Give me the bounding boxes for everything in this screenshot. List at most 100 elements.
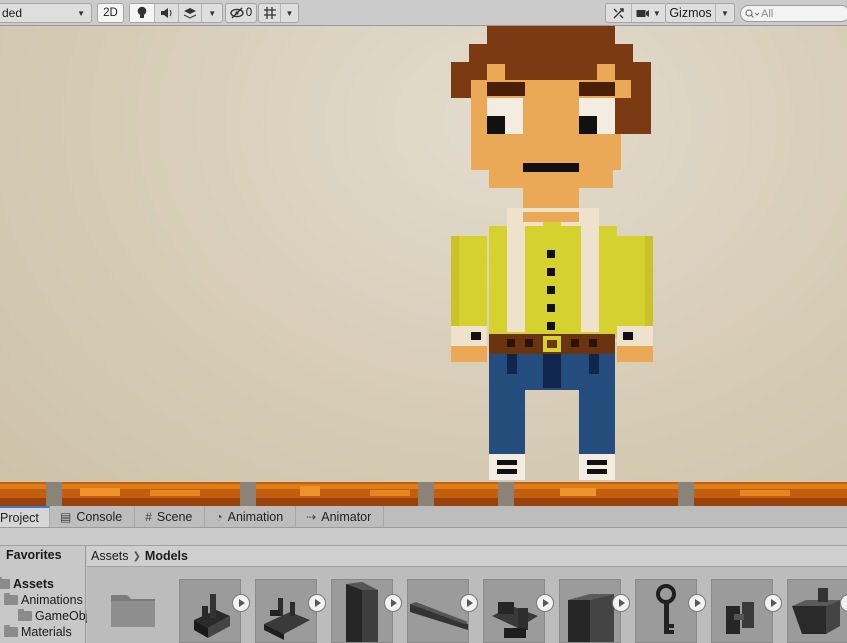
unity-editor: ded ▼ 2D ▼ 0 ▼ ▼ Gizmos ▼ All Project ▤ … xyxy=(0,0,847,643)
shading-mode-dropdown[interactable]: ded ▼ xyxy=(0,3,92,23)
console-icon: ▤ xyxy=(60,509,72,524)
play-icon[interactable] xyxy=(308,594,326,612)
project-assets-panel: Assets ❯ Models xyxy=(87,546,847,643)
tab-label: Console xyxy=(76,509,123,524)
gizmos-control: Gizmos ▼ xyxy=(665,3,735,23)
model-preview-icon xyxy=(410,602,468,630)
grid-snap-icon xyxy=(263,7,276,19)
tab-label: Animation xyxy=(227,509,284,524)
play-icon[interactable] xyxy=(764,594,782,612)
model-thumbnail[interactable] xyxy=(179,579,241,643)
breadcrumb-assets[interactable]: Assets xyxy=(91,549,129,563)
model-preview-icon xyxy=(264,598,310,640)
tab-label: Animator xyxy=(321,509,372,524)
model-thumbnail[interactable] xyxy=(255,579,317,643)
tab-label: Project xyxy=(0,510,39,525)
folder-icon xyxy=(18,609,32,621)
tree-item-animations[interactable]: Animations xyxy=(4,593,83,607)
tree-item-assets[interactable]: Assets xyxy=(0,577,54,591)
tree-item-gameobj[interactable]: GameObj xyxy=(18,609,89,623)
folder-icon xyxy=(4,625,18,637)
play-icon[interactable] xyxy=(688,594,706,612)
play-icon[interactable] xyxy=(460,594,478,612)
clock-icon: ◔ xyxy=(215,509,223,524)
model-preview-icon xyxy=(346,582,378,642)
folder-open-icon xyxy=(4,593,18,605)
tree-item-label: Animations xyxy=(21,593,83,607)
ground-tiles[interactable] xyxy=(0,482,847,506)
chevron-down-icon: ▼ xyxy=(285,8,294,18)
model-preview-icon xyxy=(492,602,538,638)
model-thumbnail[interactable] xyxy=(483,579,545,643)
tab-label: Scene xyxy=(156,509,193,524)
tab-console[interactable]: ▤ Console xyxy=(50,506,136,527)
hidden-objects-toggle[interactable]: 0 xyxy=(225,3,257,23)
tab-animator[interactable]: ⇢ Animator xyxy=(296,506,385,527)
chevron-down-icon: ▼ xyxy=(652,8,661,18)
search-placeholder: All xyxy=(761,7,774,20)
tree-item-label: Assets xyxy=(13,577,54,591)
effects-toggle[interactable] xyxy=(179,4,203,22)
model-thumbnail[interactable] xyxy=(635,579,697,643)
search-icon xyxy=(745,8,759,18)
2d-mode-label: 2D xyxy=(103,7,118,19)
model-preview-icon xyxy=(792,588,840,634)
gizmos-button[interactable]: Gizmos xyxy=(666,4,716,22)
tab-scene[interactable]: # Scene xyxy=(135,506,206,527)
layers-icon xyxy=(183,8,197,19)
tab-project[interactable]: Project xyxy=(0,506,50,527)
grid-icon: # xyxy=(145,509,152,524)
model-thumbnail[interactable] xyxy=(711,579,773,643)
animator-icon: ⇢ xyxy=(306,509,317,524)
favorites-heading[interactable]: Favorites xyxy=(6,548,62,562)
folder-icon xyxy=(0,577,10,589)
model-thumbnail[interactable] xyxy=(787,579,847,643)
grid-toggle[interactable] xyxy=(259,4,281,22)
gizmos-dropdown[interactable]: ▼ xyxy=(716,4,734,22)
chevron-right-icon: ❯ xyxy=(132,550,141,562)
tools-toggle[interactable] xyxy=(606,4,632,22)
chevron-down-icon: ▼ xyxy=(77,8,85,18)
project-tree-panel: Favorites Assets Animations GameObj Mate… xyxy=(0,546,89,643)
asset-grid xyxy=(87,567,847,643)
hidden-objects-control: 0 xyxy=(226,4,256,22)
pixel-character-sprite[interactable] xyxy=(451,26,655,482)
breadcrumb-models[interactable]: Models xyxy=(145,549,188,563)
camera-dropdown[interactable]: ▼ xyxy=(632,4,665,22)
model-thumbnail[interactable] xyxy=(559,579,621,643)
lighting-toggle[interactable] xyxy=(130,4,156,22)
play-icon[interactable] xyxy=(612,594,630,612)
audio-toggle[interactable] xyxy=(155,4,179,22)
play-icon[interactable] xyxy=(232,594,250,612)
camera-icon xyxy=(636,9,649,17)
tree-item-materials[interactable]: Materials xyxy=(4,625,72,639)
key-icon xyxy=(656,584,676,634)
eye-slash-icon xyxy=(230,7,244,19)
model-preview-icon xyxy=(726,602,754,634)
grid-snap-control: ▼ xyxy=(258,3,299,23)
folder-icon[interactable] xyxy=(109,589,157,629)
lightbulb-icon xyxy=(137,6,147,18)
scene-search[interactable]: All xyxy=(740,5,847,22)
2d-mode-button[interactable]: 2D xyxy=(97,3,124,23)
model-thumbnail[interactable] xyxy=(407,579,469,643)
project-toolbar xyxy=(0,528,847,546)
speaker-icon xyxy=(160,8,172,18)
tree-item-label: GameObj xyxy=(35,609,89,623)
scene-view-options: ▼ xyxy=(129,3,223,23)
tools-control: ▼ xyxy=(605,3,665,23)
bottom-panel-tabs: Project ▤ Console # Scene ◔ Animation ⇢ … xyxy=(0,506,847,528)
hidden-count: 0 xyxy=(245,7,253,19)
scene-view[interactable] xyxy=(0,26,847,506)
grid-dropdown[interactable]: ▼ xyxy=(281,4,298,22)
play-icon[interactable] xyxy=(536,594,554,612)
breadcrumb: Assets ❯ Models xyxy=(87,546,847,567)
play-icon[interactable] xyxy=(384,594,402,612)
model-thumbnail[interactable] xyxy=(331,579,393,643)
effects-dropdown[interactable]: ▼ xyxy=(202,4,222,22)
tab-animation[interactable]: ◔ Animation xyxy=(205,506,297,527)
model-preview-icon xyxy=(194,594,230,638)
tools-icon xyxy=(613,7,624,18)
chevron-down-icon: ▼ xyxy=(721,8,729,18)
shading-mode-label: ded xyxy=(2,6,23,20)
